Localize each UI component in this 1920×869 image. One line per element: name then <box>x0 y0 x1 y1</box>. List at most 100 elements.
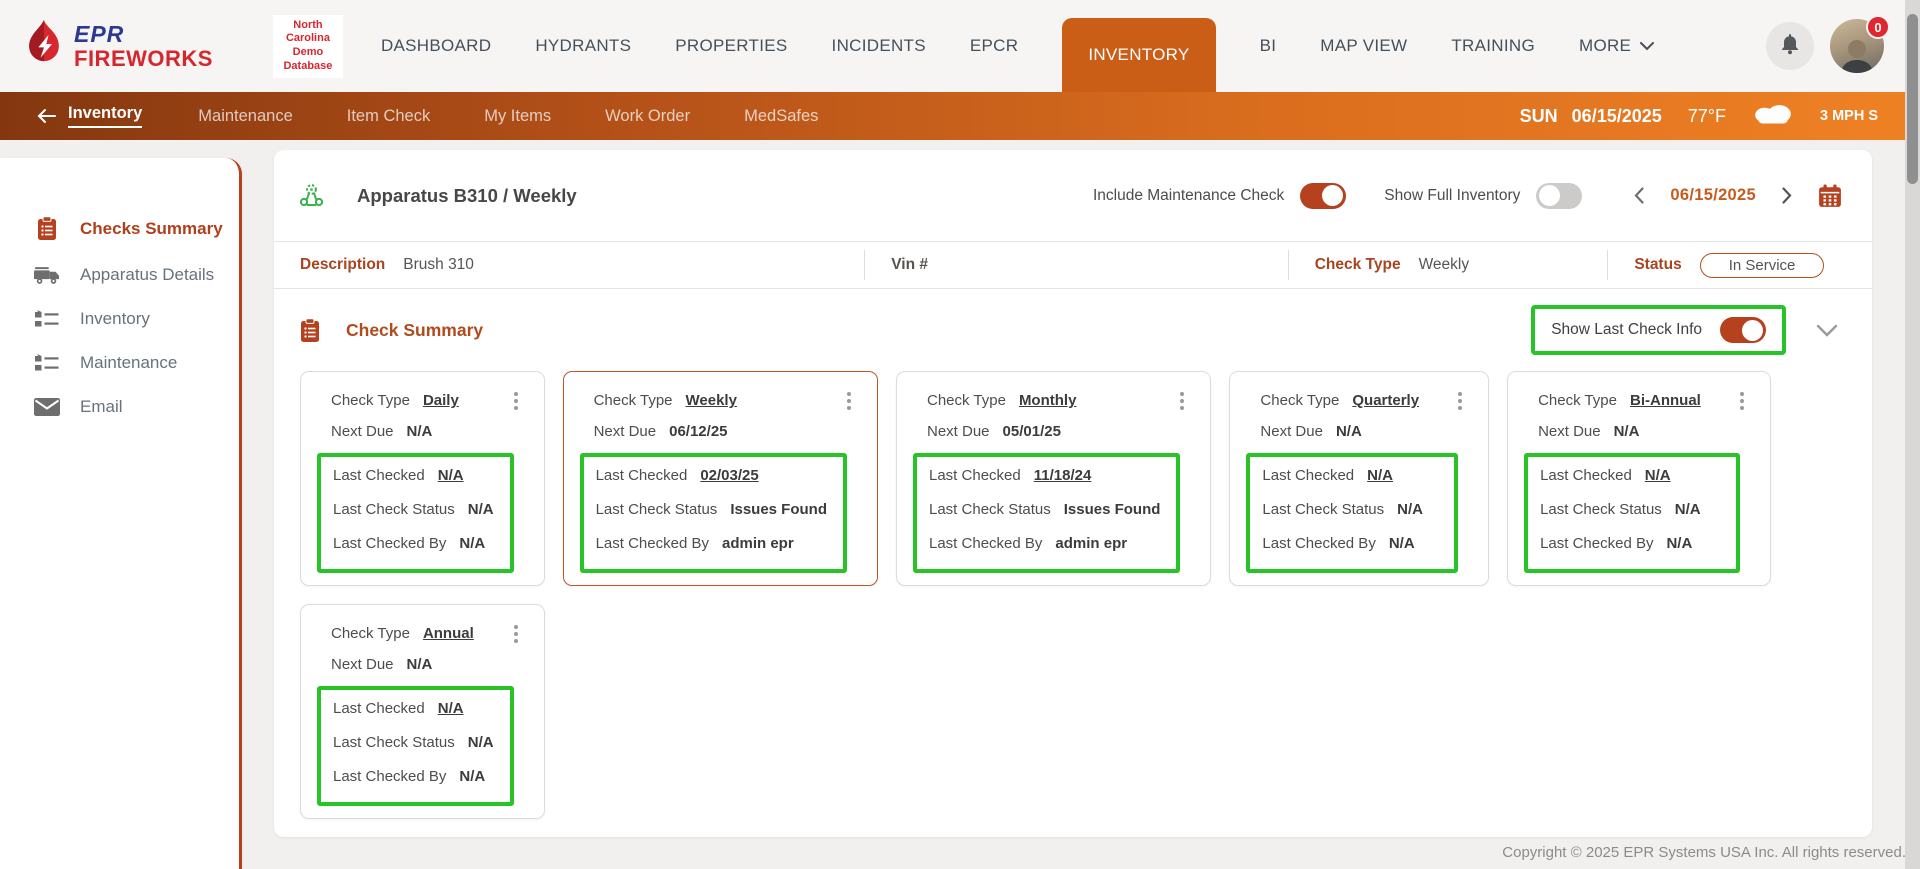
show-last-check-toggle[interactable] <box>1720 317 1766 343</box>
nav-item-epcr[interactable]: EPCR <box>970 36 1018 56</box>
nav-item-more[interactable]: MORE <box>1579 36 1654 56</box>
check-type-label: Check Type <box>1315 256 1401 274</box>
subnav-item-maintenance[interactable]: Maintenance <box>198 107 292 126</box>
nav-item-hydrants[interactable]: HYDRANTS <box>535 36 631 56</box>
nav-item-label: MAP VIEW <box>1320 36 1407 56</box>
kebab-menu-icon[interactable] <box>1714 392 1744 410</box>
sidebar-item-inventory[interactable]: Inventory <box>0 297 239 341</box>
apparatus-info-row: Description Brush 310 Vin # Check Type W… <box>274 242 1872 289</box>
subnav-item-my-items[interactable]: My Items <box>484 107 551 126</box>
nav-item-label: DASHBOARD <box>381 36 491 56</box>
top-right-controls: 0 <box>1766 19 1884 73</box>
kebab-menu-icon[interactable] <box>821 392 851 410</box>
notifications-button[interactable] <box>1766 22 1814 70</box>
sidebar-item-label: Email <box>80 397 123 417</box>
nav-item-training[interactable]: TRAINING <box>1451 36 1535 56</box>
cloud-icon <box>1752 101 1794 132</box>
nav-item-bi[interactable]: BI <box>1260 36 1277 56</box>
sidebar-item-maintenance[interactable]: Maintenance <box>0 341 239 385</box>
last-check-status-value: Issues Found <box>730 501 827 518</box>
last-checked-value: 02/03/25 <box>700 467 758 484</box>
check-type-value: Weekly <box>1419 256 1470 274</box>
check-type-value[interactable]: Weekly <box>686 392 737 409</box>
nav-item-inventory[interactable]: INVENTORY <box>1062 18 1215 92</box>
kebab-menu-icon[interactable] <box>488 392 518 410</box>
check-card-monthly[interactable]: Check TypeMonthlyNext Due05/01/25Last Ch… <box>896 371 1211 586</box>
include-maintenance-toggle[interactable] <box>1300 183 1346 209</box>
check-card-quarterly[interactable]: Check TypeQuarterlyNext DueN/ALast Check… <box>1229 371 1489 586</box>
nav-item-incidents[interactable]: INCIDENTS <box>832 36 926 56</box>
main-column: Apparatus B310 / Weekly Include Maintena… <box>242 140 1920 869</box>
calendar-icon[interactable] <box>1818 184 1842 208</box>
last-checked-by-label: Last Checked By <box>596 535 709 552</box>
nav-item-label: HYDRANTS <box>535 36 631 56</box>
notification-count-badge: 0 <box>1866 15 1890 39</box>
inventory-subnav: Inventory Maintenance Item Check My Items W… <box>0 92 1920 140</box>
kebab-menu-icon[interactable] <box>1432 392 1462 410</box>
sidebar-item-checks-summary[interactable]: Checks Summary <box>0 204 239 253</box>
epr-fireworks-logo[interactable]: EPR FIREWORKS <box>24 20 213 73</box>
chevron-down-icon <box>1640 42 1654 51</box>
user-menu[interactable]: 0 <box>1830 19 1884 73</box>
main-panel: Apparatus B310 / Weekly Include Maintena… <box>274 150 1872 837</box>
check-type-label: Check Type <box>1260 392 1339 409</box>
last-checked-by-value: admin epr <box>722 535 794 552</box>
check-type-value[interactable]: Quarterly <box>1352 392 1419 409</box>
vertical-scrollbar[interactable] <box>1905 0 1920 869</box>
collapse-section-button[interactable] <box>1812 320 1842 341</box>
subnav-item-item-check[interactable]: Item Check <box>347 107 430 126</box>
check-card-annual[interactable]: Check TypeAnnualNext DueN/ALast CheckedN… <box>300 604 545 819</box>
fire-truck-icon <box>34 265 60 285</box>
scrollbar-thumb[interactable] <box>1907 14 1918 184</box>
nav-item-label: INVENTORY <box>1088 45 1189 65</box>
back-arrow-icon[interactable] <box>36 108 56 124</box>
check-type-value[interactable]: Monthly <box>1019 392 1077 409</box>
last-checked-by-label: Last Checked By <box>333 535 446 552</box>
check-card-weekly[interactable]: Check TypeWeeklyNext Due06/12/25Last Che… <box>563 371 878 586</box>
next-due-value: N/A <box>1336 423 1362 440</box>
show-full-inventory-toggle[interactable] <box>1536 183 1582 209</box>
kebab-menu-icon[interactable] <box>488 625 518 643</box>
subnav-item-medsafes[interactable]: MedSafes <box>744 107 818 126</box>
clipboard-icon <box>34 216 60 241</box>
status-badge[interactable]: In Service <box>1700 253 1825 278</box>
nav-item-label: INCIDENTS <box>832 36 926 56</box>
nav-item-map-view[interactable]: MAP VIEW <box>1320 36 1407 56</box>
sidebar-item-email[interactable]: Email <box>0 385 239 429</box>
check-card-bi-annual[interactable]: Check TypeBi-AnnualNext DueN/ALast Check… <box>1507 371 1771 586</box>
brand-epr: EPR <box>74 23 213 46</box>
list-icon <box>34 353 60 373</box>
check-type-value[interactable]: Annual <box>423 625 474 642</box>
check-type-label: Check Type <box>927 392 1006 409</box>
last-checked-value: N/A <box>1645 467 1671 484</box>
next-due-label: Next Due <box>331 656 394 673</box>
page-title: Apparatus B310 / Weekly <box>357 185 577 207</box>
kebab-menu-icon[interactable] <box>1154 392 1184 410</box>
show-last-check-label: Show Last Check Info <box>1551 321 1702 339</box>
last-checked-value: N/A <box>1367 467 1393 484</box>
last-checked-label: Last Checked <box>333 700 425 717</box>
engine-belt-icon <box>298 182 325 209</box>
check-type-value[interactable]: Bi-Annual <box>1630 392 1701 409</box>
selected-date[interactable]: 06/15/2025 <box>1670 186 1756 205</box>
nav-item-properties[interactable]: PROPERTIES <box>675 36 787 56</box>
sidebar-item-label: Apparatus Details <box>80 265 214 285</box>
check-type-value[interactable]: Daily <box>423 392 459 409</box>
nav-item-dashboard[interactable]: DASHBOARD <box>381 36 491 56</box>
last-checked-by-value: N/A <box>459 535 485 552</box>
check-type-label: Check Type <box>331 392 410 409</box>
subnav-item-inventory[interactable]: Inventory <box>68 104 142 128</box>
next-due-value: N/A <box>1614 423 1640 440</box>
sidebar-item-apparatus-details[interactable]: Apparatus Details <box>0 253 239 297</box>
next-day-button[interactable] <box>1778 183 1796 208</box>
check-card-daily[interactable]: Check TypeDailyNext DueN/ALast CheckedN/… <box>300 371 545 586</box>
previous-day-button[interactable] <box>1630 183 1648 208</box>
sidebar: Checks Summary Apparatus Details Inventory… <box>0 158 242 869</box>
subnav-item-work-order[interactable]: Work Order <box>605 107 690 126</box>
last-checked-label: Last Checked <box>596 467 688 484</box>
last-checked-by-value: N/A <box>459 768 485 785</box>
sidebar-item-label: Maintenance <box>80 353 177 373</box>
nav-item-label: BI <box>1260 36 1277 56</box>
last-check-highlight-box: Last CheckedN/ALast Check StatusN/ALast … <box>317 453 514 573</box>
nav-item-label: PROPERTIES <box>675 36 787 56</box>
